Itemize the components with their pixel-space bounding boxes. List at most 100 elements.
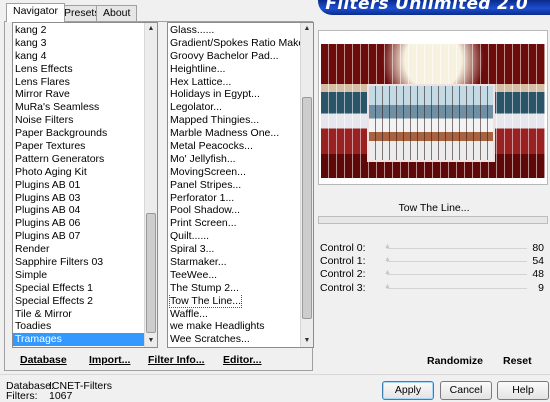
list-item[interactable]: Toadies (13, 320, 144, 333)
list-item[interactable]: Photo Aging Kit (13, 166, 144, 179)
database-button[interactable]: Database (20, 353, 67, 368)
scrollbar-thumb[interactable] (146, 213, 156, 333)
list-item[interactable]: Pattern Generators (13, 153, 144, 166)
list-item[interactable]: Tramages (13, 333, 144, 347)
list-item-label: Simple (15, 268, 48, 281)
slider-pointer-icon[interactable]: ▲ (384, 242, 391, 252)
filter-info-button[interactable]: Filter Info... (148, 353, 205, 368)
list-item[interactable]: Panel Stripes... (168, 179, 300, 192)
list-item[interactable]: MuRa's Seamless (13, 101, 144, 114)
list-item[interactable]: kang 3 (13, 37, 144, 50)
list-item[interactable]: Paper Backgrounds (13, 127, 144, 140)
tab-about[interactable]: About (96, 5, 138, 21)
control-3-slider[interactable]: Control 3: ▲ 9 (318, 282, 548, 295)
list-item-label: Groovy Bachelor Pad... (170, 49, 279, 62)
list-item[interactable]: Mapped Thingies... (168, 114, 300, 127)
filters-info-label: Filters: (6, 390, 38, 402)
scroll-down-icon[interactable]: ▼ (301, 335, 313, 347)
slider-track[interactable] (387, 274, 527, 275)
filter-list[interactable]: Glass......Gradient/Spokes Ratio Maker..… (167, 22, 314, 348)
list-item[interactable]: Plugins AB 03 (13, 192, 144, 205)
list-item[interactable]: Glass...... (168, 24, 300, 37)
list-item-label: Plugins AB 04 (15, 204, 81, 217)
list-item[interactable]: Hex Lattice... (168, 76, 300, 89)
list-item[interactable]: MovingScreen... (168, 166, 300, 179)
control-0-slider[interactable]: Control 0: ▲ 80 (318, 242, 548, 255)
list-item[interactable]: kang 4 (13, 50, 144, 63)
reset-button[interactable]: Reset (503, 354, 532, 368)
slider-pointer-icon[interactable]: ▲ (384, 268, 391, 278)
list-item[interactable]: Sapphire Filters 03 (13, 256, 144, 269)
list-item-label: Quilt...... (170, 230, 210, 243)
randomize-button[interactable]: Randomize (427, 354, 483, 368)
list-item[interactable]: Lens Flares (13, 76, 144, 89)
list-item-label: Mapped Thingies... (170, 114, 260, 127)
list-item[interactable]: Simple (13, 269, 144, 282)
list-item[interactable]: Waffle... (168, 308, 300, 321)
control-0-value: 80 (532, 242, 544, 254)
list-item[interactable]: Starmaker... (168, 256, 300, 269)
list-item[interactable]: Tile & Mirror (13, 308, 144, 321)
filter-list-scrollbar[interactable]: ▲ ▼ (300, 23, 313, 347)
list-item-label: Photo Aging Kit (15, 165, 87, 178)
list-item[interactable]: The Stump 2... (168, 282, 300, 295)
slider-pointer-icon[interactable]: ▲ (384, 255, 391, 265)
list-item[interactable]: we make Headlights (168, 320, 300, 333)
category-list[interactable]: kang 2 kang 3 kang 4 Lens Effects Lens Flare… (12, 22, 158, 348)
list-item[interactable]: Spiral 3... (168, 243, 300, 256)
category-list-scrollbar[interactable]: ▲ ▼ (144, 23, 157, 347)
slider-track[interactable] (387, 261, 527, 262)
list-item[interactable]: kang 2 (13, 24, 144, 37)
list-item-label: kang 3 (15, 36, 47, 49)
cancel-button[interactable]: Cancel (440, 381, 492, 400)
list-item[interactable]: Pool Shadow... (168, 204, 300, 217)
list-item[interactable]: Noise Filters (13, 114, 144, 127)
list-item[interactable]: Groovy Bachelor Pad... (168, 50, 300, 63)
list-item-label: Toadies (15, 320, 52, 333)
list-item[interactable]: Tow The Line... (168, 294, 300, 308)
list-item[interactable]: Mirror Rave (13, 88, 144, 101)
list-item[interactable]: Metal Peacocks... (168, 140, 300, 153)
list-item[interactable]: Plugins AB 06 (13, 217, 144, 230)
apply-button[interactable]: Apply (382, 381, 434, 400)
list-item-label: Plugins AB 01 (15, 178, 81, 191)
control-1-slider[interactable]: Control 1: ▲ 54 (318, 255, 548, 268)
list-item[interactable]: Plugins AB 07 (13, 230, 144, 243)
editor-button[interactable]: Editor... (223, 353, 262, 368)
list-item-partial[interactable] (168, 346, 300, 347)
slider-track[interactable] (387, 288, 527, 289)
list-item[interactable]: Special Effects 2 (13, 295, 144, 308)
list-item[interactable]: Marble Madness One... (168, 127, 300, 140)
list-item[interactable]: Mo' Jellyfish... (168, 153, 300, 166)
list-item[interactable]: Print Screen... (168, 217, 300, 230)
list-item[interactable]: Paper Textures (13, 140, 144, 153)
list-item-label: MovingScreen... (170, 165, 246, 178)
list-item[interactable]: Holidays in Egypt... (168, 88, 300, 101)
slider-track[interactable] (387, 248, 527, 249)
scrollbar-thumb[interactable] (302, 97, 312, 319)
list-item[interactable]: Plugins AB 01 (13, 179, 144, 192)
list-item[interactable]: Lens Effects (13, 63, 144, 76)
list-item-label: kang 2 (15, 24, 47, 36)
scroll-up-icon[interactable]: ▲ (145, 23, 157, 35)
list-item[interactable]: Wee Scratches... (168, 333, 300, 346)
list-item[interactable]: Render (13, 243, 144, 256)
scroll-up-icon[interactable]: ▲ (301, 23, 313, 35)
list-item[interactable]: Quilt...... (168, 230, 300, 243)
control-2-slider[interactable]: Control 2: ▲ 48 (318, 268, 548, 281)
list-item[interactable]: Perforator 1... (168, 192, 300, 205)
list-item-label: Paper Textures (15, 140, 86, 153)
list-item[interactable]: Gradient/Spokes Ratio Maker... (168, 37, 300, 50)
help-button[interactable]: Help (497, 381, 549, 400)
list-item[interactable]: Legolator... (168, 101, 300, 114)
tab-navigator[interactable]: Navigator (6, 3, 65, 22)
app-title-banner: Filters Unlimited 2.0 (318, 0, 550, 15)
list-item-label: Waffle... (170, 307, 208, 320)
list-item[interactable]: Special Effects 1 (13, 282, 144, 295)
slider-pointer-icon[interactable]: ▲ (384, 282, 391, 292)
list-item[interactable]: Plugins AB 04 (13, 204, 144, 217)
scroll-down-icon[interactable]: ▼ (145, 335, 157, 347)
list-item[interactable]: TeeWee... (168, 269, 300, 282)
import-button[interactable]: Import... (89, 353, 130, 368)
list-item[interactable]: Heightline... (168, 63, 300, 76)
